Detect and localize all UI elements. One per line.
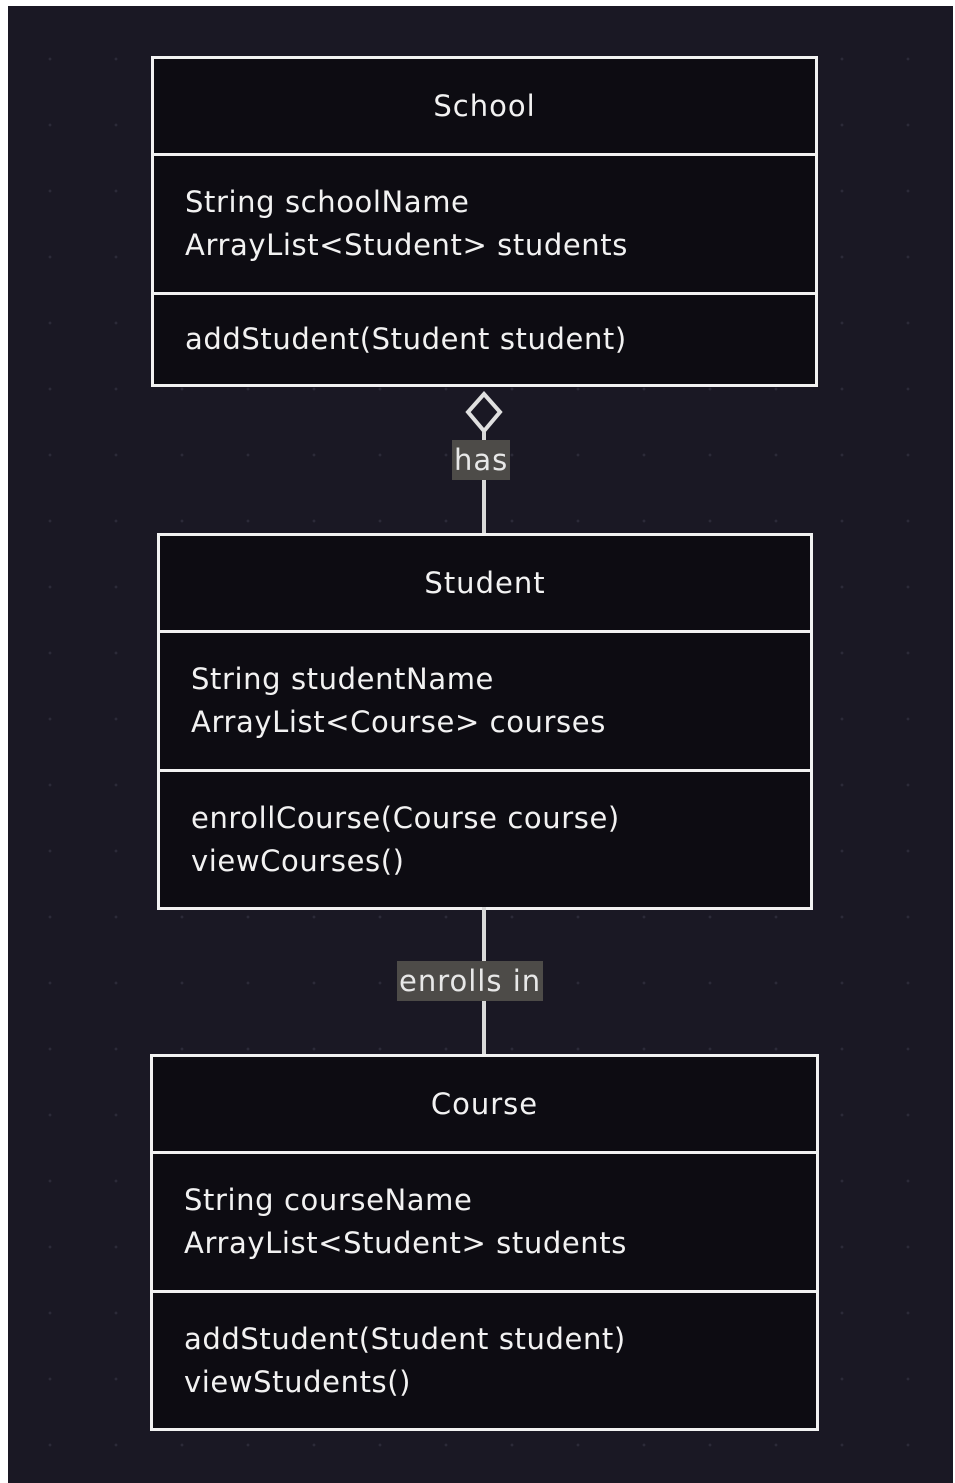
attribute: String studentName	[191, 662, 494, 696]
attribute: ArrayList<Course> courses	[191, 705, 606, 739]
method: enrollCourse(Course course)	[191, 800, 620, 835]
attribute: String courseName	[184, 1183, 473, 1217]
class-attributes: String courseName ArrayList<Student> stu…	[153, 1154, 816, 1293]
method: addStudent(Student student)	[184, 1321, 626, 1356]
attribute: ArrayList<Student> students	[185, 228, 628, 262]
class-course: Course String courseName ArrayList<Stude…	[150, 1054, 819, 1431]
class-attributes: String schoolName ArrayList<Student> stu…	[154, 156, 815, 295]
class-title: Course	[153, 1057, 816, 1154]
class-school: School String schoolName ArrayList<Stude…	[151, 56, 818, 387]
relation-label-has: has	[452, 440, 511, 480]
class-attributes: String studentName ArrayList<Course> cou…	[160, 633, 810, 772]
method: addStudent(Student student)	[185, 322, 627, 356]
class-methods: enrollCourse(Course course) viewCourses(…	[160, 772, 810, 907]
diagram-canvas: School String schoolName ArrayList<Stude…	[8, 6, 953, 1483]
class-student: Student String studentName ArrayList<Cou…	[157, 533, 813, 910]
attribute: ArrayList<Student> students	[184, 1226, 627, 1260]
aggregation-diamond-icon	[465, 391, 503, 435]
class-title: School	[154, 59, 815, 156]
class-methods: addStudent(Student student)	[154, 295, 815, 384]
method: viewStudents()	[184, 1364, 412, 1399]
relation-label-enrolls-in: enrolls in	[397, 961, 544, 1001]
class-title: Student	[160, 536, 810, 633]
attribute: String schoolName	[185, 185, 470, 219]
class-methods: addStudent(Student student) viewStudents…	[153, 1293, 816, 1428]
method: viewCourses()	[191, 843, 405, 878]
